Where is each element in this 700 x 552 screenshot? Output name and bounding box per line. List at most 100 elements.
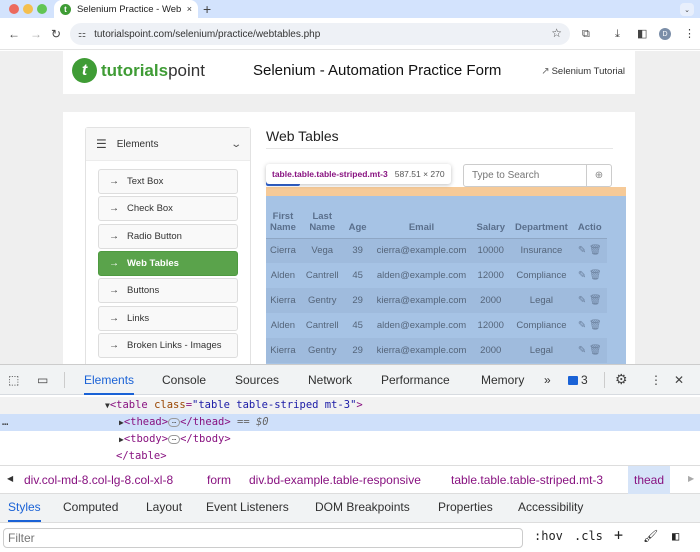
search-icon[interactable]: ⊕ bbox=[586, 164, 612, 187]
forward-button[interactable]: → bbox=[30, 26, 42, 42]
dom-tag: <thead> bbox=[123, 416, 169, 428]
sidebar-item-buttons[interactable]: → Buttons bbox=[98, 278, 238, 304]
delete-icon[interactable]: 🗑 bbox=[589, 245, 602, 256]
sidebar-item-check-box[interactable]: → Check Box bbox=[98, 196, 238, 222]
header-line-1: Last bbox=[312, 210, 333, 222]
close-devtools-icon[interactable]: ✕ bbox=[674, 373, 684, 387]
subtab-accessibility[interactable]: Accessibility bbox=[518, 494, 583, 522]
download-icon[interactable]: ⤓ bbox=[615, 27, 620, 41]
settings-gear-icon[interactable]: ⚙ bbox=[615, 371, 628, 388]
reload-button[interactable]: ↻ bbox=[51, 26, 61, 42]
tab-elements[interactable]: Elements bbox=[84, 365, 135, 395]
edit-icon[interactable]: ✎ bbox=[578, 245, 589, 256]
class-toggle-button[interactable]: .cls bbox=[574, 529, 603, 543]
tab-search-button[interactable]: ⌄ bbox=[680, 3, 694, 16]
site-header: t tutorialspoint Selenium - Automation P… bbox=[63, 51, 635, 94]
delete-icon[interactable]: 🗑 bbox=[589, 270, 602, 281]
arrow-right-icon: → bbox=[109, 230, 119, 242]
logo-icon: t bbox=[72, 58, 97, 83]
maximize-window-button[interactable] bbox=[37, 4, 47, 14]
tab-performance[interactable]: Performance bbox=[381, 365, 450, 395]
dom-node-table-close[interactable]: </table> bbox=[0, 448, 700, 465]
subtab-styles[interactable]: Styles bbox=[8, 494, 41, 522]
ellipsis-icon[interactable]: … bbox=[168, 417, 181, 427]
breadcrumb-item[interactable]: div.col-md-8.col-lg-8.col-xl-8 bbox=[24, 466, 173, 494]
sidebar-item-web-tables[interactable]: → Web Tables bbox=[98, 250, 238, 276]
sidebar-item-links[interactable]: → Links bbox=[98, 305, 238, 331]
sidebar-item-broken-links-images[interactable]: → Broken Links - Images bbox=[98, 332, 238, 358]
inspect-element-icon[interactable]: ⬚ bbox=[8, 373, 19, 387]
breadcrumb-item[interactable]: table.table.table-striped.mt-3 bbox=[451, 466, 603, 494]
delete-icon[interactable]: 🗑 bbox=[589, 345, 602, 356]
edit-icon[interactable]: ✎ bbox=[578, 270, 589, 281]
edit-icon[interactable]: ✎ bbox=[578, 320, 589, 331]
browser-tab[interactable]: t Selenium Practice - Web Tables × bbox=[54, 0, 198, 18]
tab-memory[interactable]: Memory bbox=[481, 365, 524, 395]
minimize-window-button[interactable] bbox=[23, 4, 33, 14]
tab-sources[interactable]: Sources bbox=[235, 365, 279, 395]
issues-badge[interactable]: 3 bbox=[568, 373, 588, 387]
subtab-layout[interactable]: Layout bbox=[146, 494, 182, 522]
logo-text-light: point bbox=[168, 60, 205, 80]
back-button[interactable]: ← bbox=[8, 26, 20, 42]
subtab-computed[interactable]: Computed bbox=[63, 494, 118, 522]
delete-icon[interactable]: 🗑 bbox=[589, 295, 602, 306]
breadcrumb-item[interactable]: thead bbox=[628, 466, 671, 494]
styles-filter-input[interactable] bbox=[3, 528, 523, 548]
more-options-icon[interactable]: ⋮ bbox=[650, 373, 662, 387]
table-cell: Compliance bbox=[516, 320, 567, 331]
dom-node-tbody[interactable]: ▶<tbody>… </tbody> bbox=[0, 431, 700, 448]
table-cell: Alden bbox=[270, 270, 296, 281]
bookmark-star-icon[interactable]: ☆ bbox=[551, 26, 562, 40]
subtab-event-listeners[interactable]: Event Listeners bbox=[206, 494, 289, 522]
sidebar-accordion-header[interactable]: ☰ Elements ⌄ bbox=[86, 128, 250, 161]
table-cell: Kierra bbox=[266, 288, 301, 313]
extensions-icon[interactable]: ⧉ bbox=[582, 27, 590, 41]
close-tab-icon[interactable]: × bbox=[187, 4, 192, 14]
side-panel-icon[interactable]: ◧ bbox=[637, 27, 647, 41]
gutter-more-icon[interactable]: … bbox=[2, 414, 8, 431]
delete-icon[interactable]: 🗑 bbox=[589, 320, 602, 331]
subtab-dom-breakpoints[interactable]: DOM Breakpoints bbox=[315, 494, 410, 522]
tooltip-selector: table.table.table-striped.mt-3 bbox=[272, 169, 388, 179]
paint-brush-icon[interactable]: 🖌 bbox=[643, 529, 658, 543]
breadcrumb-item[interactable]: div.bd-example.table-responsive bbox=[249, 466, 421, 494]
sidebar-item-radio-button[interactable]: → Radio Button bbox=[98, 223, 238, 249]
device-toolbar-icon[interactable]: ▭ bbox=[37, 373, 48, 387]
tab-network[interactable]: Network bbox=[308, 365, 352, 395]
breadcrumb-item[interactable]: form bbox=[207, 466, 231, 494]
selenium-tutorial-link[interactable]: ↗ Selenium Tutorial bbox=[541, 66, 625, 77]
hover-state-button[interactable]: :hov bbox=[534, 529, 563, 543]
profile-avatar[interactable]: D bbox=[659, 28, 671, 40]
sidebar-item-text-box[interactable]: → Text Box bbox=[98, 169, 238, 194]
address-bar[interactable]: ⚏ tutorialspoint.com/selenium/practice/w… bbox=[70, 23, 570, 45]
tab-title: Selenium Practice - Web Tables bbox=[76, 3, 183, 15]
table-row: Alden Cantrell 45 alden@example.com 12000 Com… bbox=[266, 263, 607, 288]
page-title: Selenium - Automation Practice Form bbox=[253, 62, 502, 79]
close-window-button[interactable] bbox=[9, 4, 19, 14]
dom-node-thead[interactable]: … ▶<thead>… </thead> == $0 bbox=[0, 414, 700, 431]
dom-node-table[interactable]: ▼<table class="table table-striped mt-3"… bbox=[0, 397, 700, 414]
browser-menu-icon[interactable]: ⋮ bbox=[684, 27, 695, 41]
subtab-properties[interactable]: Properties bbox=[438, 494, 493, 522]
scroll-left-icon[interactable]: ◀ bbox=[7, 474, 13, 483]
ellipsis-icon[interactable]: … bbox=[168, 434, 181, 444]
search-input[interactable] bbox=[463, 164, 587, 187]
scroll-right-icon[interactable]: ▶ bbox=[688, 474, 694, 483]
header-line-2: Name bbox=[309, 221, 336, 233]
url-text[interactable]: tutorialspoint.com/selenium/practice/web… bbox=[94, 29, 320, 40]
edit-icon[interactable]: ✎ bbox=[578, 345, 589, 356]
tab-console[interactable]: Console bbox=[162, 365, 206, 395]
site-info-icon[interactable]: ⚏ bbox=[78, 29, 86, 40]
table-cell: Legal bbox=[510, 288, 573, 313]
actions-cell: ✎ 🗑 bbox=[573, 263, 607, 288]
more-tabs-button[interactable]: » bbox=[544, 365, 551, 395]
new-tab-button[interactable]: + bbox=[203, 1, 211, 17]
table-cell: 10000 bbox=[471, 238, 511, 263]
toggle-sidebar-icon[interactable]: ◧ bbox=[672, 529, 679, 543]
tutorialspoint-logo[interactable]: t tutorialspoint bbox=[72, 58, 205, 83]
arrow-right-icon: → bbox=[109, 176, 119, 187]
new-style-rule-button[interactable]: + bbox=[614, 526, 623, 544]
table-cell: 45 bbox=[352, 270, 363, 281]
edit-icon[interactable]: ✎ bbox=[578, 295, 589, 306]
